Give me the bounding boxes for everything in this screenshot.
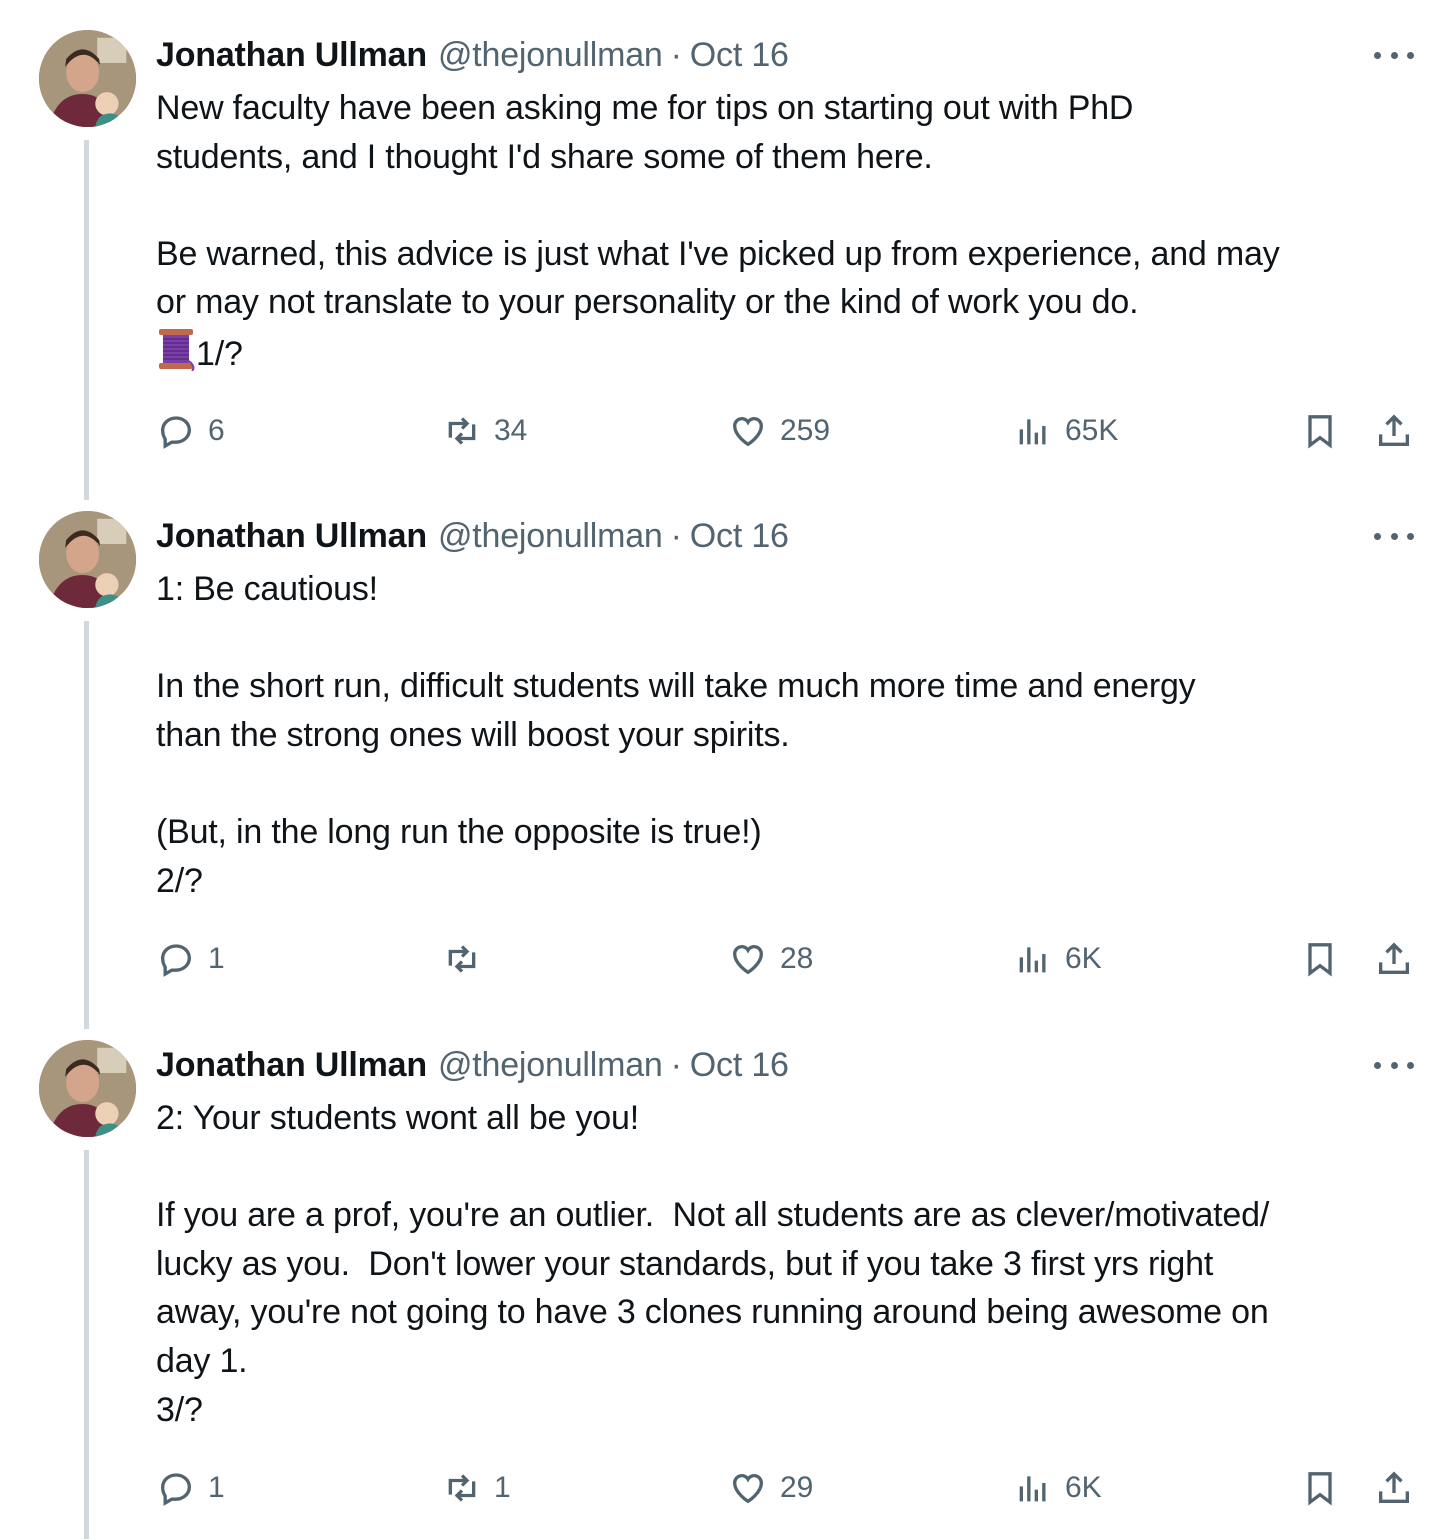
heart-icon — [733, 417, 763, 447]
tweet-date[interactable]: Oct 16 — [690, 517, 789, 556]
tweet-date[interactable]: Oct 16 — [690, 36, 789, 75]
repost-count: 34 — [494, 414, 528, 447]
bookmark-button[interactable] — [1300, 1463, 1340, 1513]
views-count: 6K — [1065, 942, 1102, 975]
avatar[interactable] — [39, 30, 136, 127]
author-handle[interactable]: @thejonullman — [438, 517, 663, 556]
reply-count: 1 — [208, 1471, 225, 1504]
action-bar: 6 34 259 65K — [0, 406, 1456, 456]
tweet-text-content: New faculty have been asking me for tips… — [156, 89, 1280, 322]
views-button[interactable]: 65K — [1013, 406, 1118, 456]
like-button[interactable]: 259 — [728, 406, 830, 456]
action-bar: 1 28 6K — [0, 934, 1456, 984]
thread-marker: 1/? — [196, 334, 243, 373]
share-icon — [1379, 942, 1409, 974]
tweet-header: Jonathan Ullman @thejonullman · Oct 16 — [156, 30, 789, 80]
action-bar: 1 1 29 6K — [0, 1463, 1456, 1513]
repost-icon — [448, 1474, 476, 1502]
share-icon — [1379, 414, 1409, 446]
tweet-date[interactable]: Oct 16 — [690, 1046, 789, 1085]
tweet-text: New faculty have been asking me for tips… — [156, 84, 1426, 379]
views-count: 6K — [1065, 1471, 1102, 1504]
repost-button[interactable]: 1 — [442, 1463, 511, 1513]
reply-icon — [160, 1473, 192, 1506]
reply-button[interactable]: 1 — [156, 934, 225, 984]
more-icon[interactable] — [1374, 529, 1414, 543]
like-count: 259 — [780, 414, 831, 447]
repost-button[interactable]: 34 — [442, 406, 527, 456]
separator: · — [670, 1045, 682, 1084]
author-name[interactable]: Jonathan Ullman — [156, 1046, 427, 1085]
like-button[interactable]: 29 — [728, 1463, 813, 1513]
tweet-header: Jonathan Ullman @thejonullman · Oct 16 — [156, 1040, 789, 1090]
bookmark-icon — [1308, 943, 1332, 977]
like-count: 29 — [780, 1471, 814, 1504]
views-icon — [1019, 419, 1046, 445]
spool-of-thread-icon — [156, 327, 196, 372]
tweet-header: Jonathan Ullman @thejonullman · Oct 16 — [156, 511, 789, 561]
repost-icon — [448, 945, 476, 973]
reply-button[interactable]: 6 — [156, 406, 225, 456]
reply-button[interactable]: 1 — [156, 1463, 225, 1513]
heart-icon — [733, 1474, 763, 1504]
repost-button[interactable] — [442, 934, 494, 984]
views-button[interactable]: 6K — [1013, 1463, 1102, 1513]
bookmark-button[interactable] — [1300, 406, 1340, 456]
reply-count: 6 — [208, 414, 225, 447]
tweet-text: 1: Be cautious! In the short run, diffic… — [156, 570, 1196, 900]
views-icon — [1019, 1476, 1046, 1502]
more-icon[interactable] — [1374, 1058, 1414, 1072]
separator: · — [670, 516, 682, 555]
author-name[interactable]: Jonathan Ullman — [156, 517, 427, 556]
avatar-photo — [39, 1040, 136, 1137]
author-name[interactable]: Jonathan Ullman — [156, 36, 427, 75]
author-handle[interactable]: @thejonullman — [438, 36, 663, 75]
tweet-1[interactable]: Jonathan Ullman @thejonullman · Oct 16 N… — [0, 0, 1456, 500]
bookmark-button[interactable] — [1300, 934, 1340, 984]
repost-count: 1 — [494, 1471, 511, 1504]
more-icon[interactable] — [1374, 48, 1414, 62]
like-button[interactable]: 28 — [728, 934, 813, 984]
separator: · — [670, 35, 682, 74]
share-button[interactable] — [1374, 1463, 1414, 1513]
views-icon — [1019, 947, 1046, 973]
bookmark-icon — [1308, 415, 1332, 449]
views-button[interactable]: 6K — [1013, 934, 1102, 984]
reply-icon — [160, 944, 192, 977]
heart-icon — [733, 945, 763, 975]
share-button[interactable] — [1374, 406, 1414, 456]
reply-count: 1 — [208, 942, 225, 975]
tweet-2[interactable]: Jonathan Ullman @thejonullman · Oct 16 1… — [0, 481, 1456, 1029]
tweet-3[interactable]: Jonathan Ullman @thejonullman · Oct 16 2… — [0, 1010, 1456, 1539]
avatar-photo — [39, 30, 136, 127]
author-handle[interactable]: @thejonullman — [438, 1046, 663, 1085]
views-count: 65K — [1065, 414, 1119, 447]
avatar-photo — [39, 511, 136, 608]
reply-icon — [160, 416, 192, 449]
share-button[interactable] — [1374, 934, 1414, 984]
share-icon — [1379, 1471, 1409, 1503]
tweet-text: 2: Your students wont all be you! If you… — [156, 1099, 1270, 1429]
bookmark-icon — [1308, 1472, 1332, 1506]
like-count: 28 — [780, 942, 814, 975]
repost-icon — [448, 417, 476, 445]
avatar[interactable] — [39, 1040, 136, 1137]
avatar[interactable] — [39, 511, 136, 608]
